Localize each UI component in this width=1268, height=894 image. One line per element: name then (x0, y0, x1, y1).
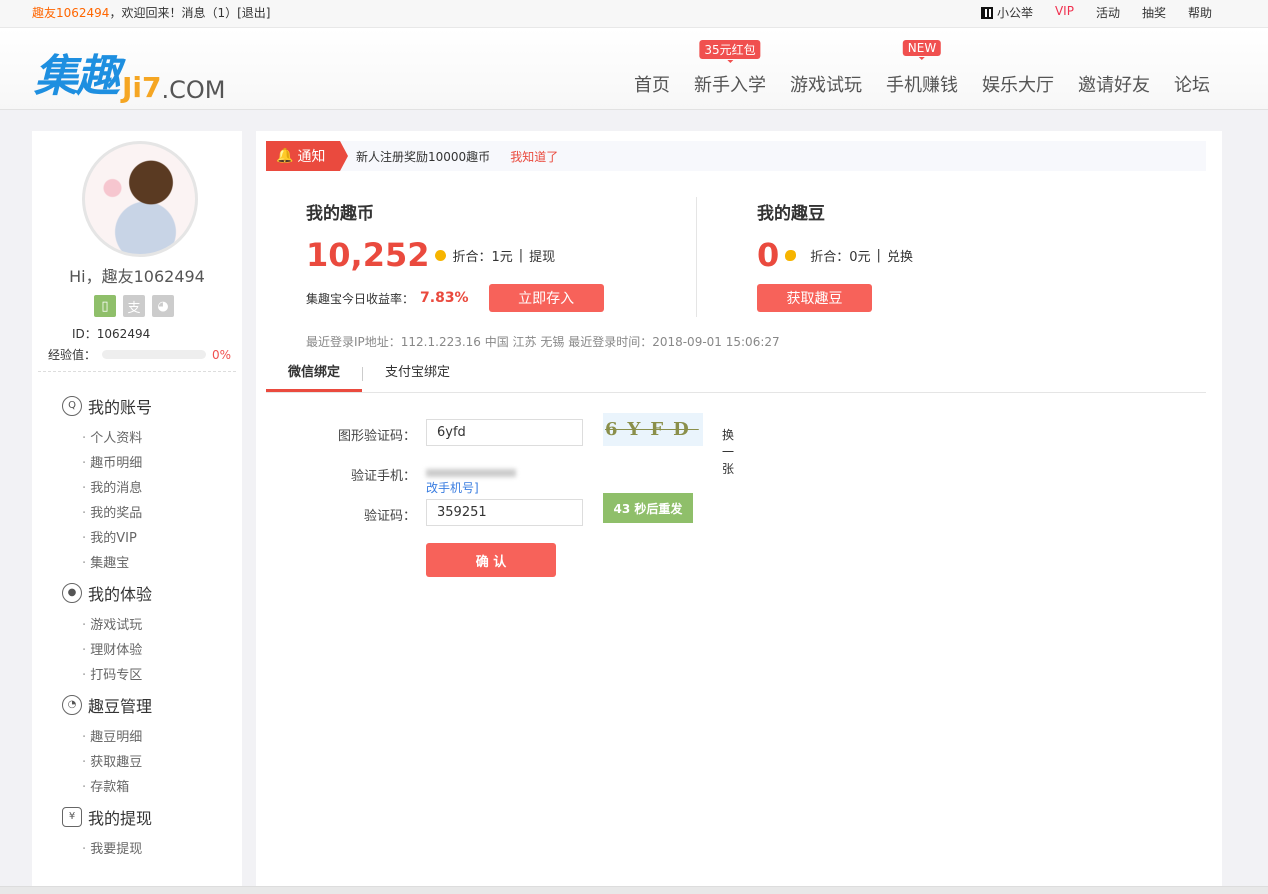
coins-card: 我的趣币 10,252 折合：1元 | 提现 集趣宝今日收益率： 7.83% 立即存入 (306, 199, 604, 312)
sidebar-item-get-beans[interactable]: 获取趣豆 (62, 751, 152, 776)
divider (38, 371, 236, 372)
sidebar-item-coin-detail[interactable]: 趣币明细 (62, 452, 152, 477)
rate-value: 7.83% (420, 290, 469, 306)
sidebar: Hi，趣友1062494 ▯ 支 ◕ ID：1062494 经验值： 0% Q 我的… (32, 131, 242, 894)
lottery-link[interactable]: 抽奖 (1142, 4, 1166, 21)
beans-title: 我的趣豆 (757, 204, 825, 224)
nav-game-trial[interactable]: 游戏试玩 (790, 71, 862, 97)
dismiss-notice-link[interactable]: 我知道了 (510, 148, 558, 165)
sidebar-item-messages[interactable]: 我的消息 (62, 477, 152, 502)
sidebar-item-prizes[interactable]: 我的奖品 (62, 502, 152, 527)
sidebar-item-jiqubao[interactable]: 集趣宝 (62, 552, 152, 577)
nav-entertainment[interactable]: 娱乐大厅 (982, 71, 1054, 97)
red-packet-badge: 35元红包 (699, 40, 761, 63)
mini-app-link[interactable]: 小公举 (980, 4, 1033, 21)
notice-text: 新人注册奖励10000趣币 (356, 149, 491, 164)
activity-link[interactable]: 活动 (1096, 4, 1120, 21)
change-phone-link[interactable]: 改手机号] (426, 481, 479, 495)
sidebar-item-captcha-zone[interactable]: 打码专区 (62, 664, 152, 689)
sidebar-menu: Q我的账号 个人资料 趣币明细 我的消息 我的奖品 我的VIP 集趣宝 ●我的体… (62, 393, 152, 863)
beans-value: 0 (757, 236, 780, 274)
divider (696, 197, 697, 317)
captcha-label: 图形验证码： (337, 429, 416, 444)
get-beans-button[interactable]: 获取趣豆 (757, 284, 872, 312)
nav-mobile-earn[interactable]: NEW 手机赚钱 (886, 40, 958, 97)
main-content: 🔔 通知 新人注册奖励10000趣币 我知道了 我的趣币 10,252 折合：1元 |… (256, 131, 1222, 894)
exchange-link[interactable]: 兑换 (887, 246, 913, 265)
coins-equiv: 折合：1元 (452, 249, 513, 265)
notice-bar: 🔔 通知 新人注册奖励10000趣币 我知道了 (266, 141, 1206, 171)
tab-alipay-bind[interactable]: 支付宝绑定 (363, 357, 472, 392)
welcome-message[interactable]: ，欢迎回来！消息（1） (109, 6, 237, 20)
top-bar: 趣友1062494，欢迎回来！消息（1）[退出] 小公举 VIP 活动 抽奖 帮… (0, 0, 1268, 28)
wallet-icon: ¥ (62, 806, 82, 827)
nav-forum[interactable]: 论坛 (1174, 71, 1210, 97)
account-icon: Q (62, 395, 82, 416)
beans-equiv: 折合：0元 (810, 249, 871, 265)
wechat-icon[interactable]: ◕ (152, 295, 174, 317)
exp-percent: 0% (212, 347, 232, 362)
exp-progress-bar (102, 350, 207, 359)
coin-icon (435, 249, 447, 261)
coins-value: 10,252 (306, 236, 430, 274)
sidebar-item-game-trial[interactable]: 游戏试玩 (62, 614, 152, 639)
vip-link[interactable]: VIP (1055, 4, 1074, 21)
refresh-captcha-link[interactable]: 换一张 (722, 426, 734, 477)
new-badge: NEW (902, 40, 942, 60)
captcha-input[interactable]: 6yfd (426, 419, 583, 446)
bind-tabs: 微信绑定 支付宝绑定 (266, 357, 1206, 393)
alipay-icon[interactable]: 支 (123, 295, 145, 317)
nav-home[interactable]: 首页 (634, 71, 670, 97)
resend-countdown-button[interactable]: 43 秒后重发 (603, 493, 693, 523)
header: 集趣 Ji7 .COM 首页 35元红包 新手入学 游戏试玩 NEW 手机赚钱 娱乐大厅… (0, 28, 1268, 110)
sidebar-item-profile[interactable]: 个人资料 (62, 427, 152, 452)
section-account[interactable]: Q 我的账号 (62, 393, 152, 418)
section-withdraw[interactable]: ¥ 我的提现 (62, 804, 152, 829)
sidebar-item-bean-detail[interactable]: 趣豆明细 (62, 726, 152, 751)
section-experience[interactable]: ● 我的体验 (62, 580, 152, 605)
bean-icon (785, 249, 797, 261)
main-nav: 首页 35元红包 新手入学 游戏试玩 NEW 手机赚钱 娱乐大厅 邀请好友 论坛 (634, 40, 1210, 97)
notice-tag: 通知 (297, 149, 326, 165)
avatar[interactable] (82, 141, 198, 257)
deposit-now-button[interactable]: 立即存入 (488, 284, 604, 312)
login-info: 最近登录IP地址：112.1.223.16 中国 江苏 无锡 最近登录时间：20… (306, 335, 780, 349)
footer-edge (0, 886, 1268, 894)
sidebar-item-withdraw[interactable]: 我要提现 (62, 838, 152, 863)
phone-label: 验证手机： (350, 469, 416, 484)
sidebar-item-vip[interactable]: 我的VIP (62, 527, 152, 552)
bean-icon: ◔ (62, 694, 82, 715)
qr-code-icon (980, 7, 993, 19)
help-link[interactable]: 帮助 (1188, 4, 1212, 21)
sidebar-item-finance-trial[interactable]: 理财体验 (62, 639, 152, 664)
greeting: Hi，趣友1062494 (69, 267, 205, 286)
nav-invite[interactable]: 邀请好友 (1078, 71, 1150, 97)
code-label: 验证码： (363, 509, 416, 524)
nav-newbie[interactable]: 35元红包 新手入学 (694, 40, 766, 97)
logo[interactable]: 集趣 Ji7 .COM (34, 40, 225, 104)
sidebar-item-deposit-box[interactable]: 存款箱 (62, 776, 152, 801)
sms-code-input[interactable]: 359251 (426, 499, 583, 526)
user-id: ID：1062494 (72, 327, 151, 341)
withdraw-link[interactable]: 提现 (529, 246, 555, 265)
rate-label: 集趣宝今日收益率： (306, 291, 415, 306)
gamepad-icon: ● (62, 582, 82, 603)
tab-wechat-bind[interactable]: 微信绑定 (266, 357, 363, 392)
beans-card: 我的趣豆 0 折合：0元 | 兑换 获取趣豆 (757, 199, 913, 312)
bell-icon: 🔔 (276, 148, 294, 164)
captcha-image[interactable]: 6YFD (603, 413, 703, 446)
username-link[interactable]: 趣友1062494 (32, 6, 109, 20)
coins-title: 我的趣币 (306, 204, 374, 224)
exp-label: 经验值： (48, 348, 97, 362)
masked-phone (426, 468, 516, 477)
confirm-button[interactable]: 确 认 (426, 543, 556, 577)
section-beans[interactable]: ◔ 趣豆管理 (62, 692, 152, 717)
logout-link[interactable]: [退出] (237, 6, 270, 20)
phone-bound-icon[interactable]: ▯ (94, 295, 116, 317)
welcome-text: 趣友1062494，欢迎回来！消息（1）[退出] (32, 4, 270, 21)
